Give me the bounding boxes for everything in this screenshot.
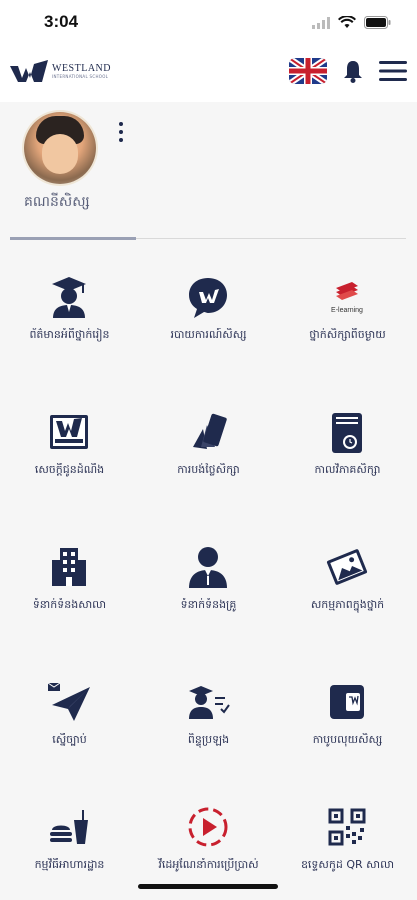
exam-score-icon xyxy=(183,677,233,727)
avatar[interactable] xyxy=(24,112,96,184)
wallet-icon xyxy=(322,677,372,727)
status-bar: 3:04 xyxy=(0,0,417,46)
photo-icon xyxy=(322,542,372,592)
menu-item-schedule[interactable]: កាលវិភាគសិក្សា xyxy=(278,385,417,505)
menu-label: ព័ត៌មានអំពីថ្នាក់រៀន xyxy=(29,328,110,341)
menu-item-e-learning[interactable]: E-learning ថ្នាក់សិក្សាពីចម្ងាយ xyxy=(278,250,417,370)
school-logo-icon xyxy=(44,407,94,457)
schedule-book-icon xyxy=(322,407,372,457)
qr-code-icon xyxy=(322,802,372,852)
hamburger-menu-icon[interactable] xyxy=(379,60,407,86)
graduate-icon xyxy=(44,272,94,322)
send-icon xyxy=(44,677,94,727)
payment-cards-icon xyxy=(183,407,233,457)
menu-item-leave-request[interactable]: ស្នើច្បាប់ xyxy=(0,655,139,775)
menu-label: សកម្មភាពក្នុងថ្នាក់ xyxy=(310,598,385,611)
westland-logo[interactable]: WESTLAND INTERNATIONAL SCHOOL xyxy=(10,60,111,82)
canteen-icon xyxy=(44,802,94,852)
menu-item-qr-code[interactable]: ឧទ្ទេសកូដ QR សាលា xyxy=(278,780,417,900)
menu-item-canteen[interactable]: កម្មវិធីអាហារដ្ឋាន xyxy=(0,780,139,900)
menu-label: ទំនាក់ទំនងសាលា xyxy=(32,598,107,611)
menu-item-class-activity[interactable]: សកម្មភាពក្នុងថ្នាក់ xyxy=(278,520,417,640)
home-indicator xyxy=(138,884,278,889)
chat-logo-icon xyxy=(183,272,233,322)
menu-label: របាយការណ៍សិស្ស xyxy=(170,328,247,341)
menu-label: ថ្នាក់សិក្សាពីចម្ងាយ xyxy=(309,328,386,341)
teacher-icon xyxy=(183,542,233,592)
active-tab-indicator xyxy=(10,237,136,240)
menu-item-teacher-contact[interactable]: ទំនាក់ទំនងគ្រូ xyxy=(139,520,278,640)
profile-section: គណនីសិស្ស xyxy=(0,102,417,242)
menu-item-wallet[interactable]: កាបូបលុយសិស្ស xyxy=(278,655,417,775)
menu-label: ទំនាក់ទំនងគ្រូ xyxy=(180,598,237,611)
battery-icon xyxy=(364,14,391,33)
menu-label: ពិន្ទុប្រឡង xyxy=(187,733,230,746)
e-learning-badge: E-learning xyxy=(331,307,363,314)
signal-icon xyxy=(312,14,330,33)
menu-item-payment[interactable]: ការបង់ថ្លៃសិក្សា xyxy=(139,385,278,505)
menu-label: ស្នើច្បាប់ xyxy=(52,733,87,746)
menu-label: កាបូបលុយសិស្ស xyxy=(312,733,383,746)
video-play-icon xyxy=(183,802,233,852)
menu-item-school-contact[interactable]: ទំនាក់ទំនងសាលា xyxy=(0,520,139,640)
app-bar: WESTLAND INTERNATIONAL SCHOOL xyxy=(0,46,417,102)
menu-item-exam-score[interactable]: ពិន្ទុប្រឡង xyxy=(139,655,278,775)
wifi-icon xyxy=(338,14,356,33)
brand-subtitle: INTERNATIONAL SCHOOL xyxy=(52,73,109,79)
menu-label: កម្មវិធីអាហារដ្ឋាន xyxy=(34,858,105,871)
menu-item-class-info[interactable]: ព័ត៌មានអំពីថ្នាក់រៀន xyxy=(0,250,139,370)
menu-label: សេចក្តីជូនដំណឹង xyxy=(34,463,105,476)
uk-flag-icon[interactable] xyxy=(289,58,327,88)
brand-name: WESTLAND xyxy=(52,62,111,74)
app-bar-actions xyxy=(289,58,407,88)
status-time: 3:04 xyxy=(44,12,79,31)
more-options-icon[interactable] xyxy=(116,122,126,150)
menu-label: វីដេអូណែនាំការប្រើប្រាស់ xyxy=(158,858,259,871)
menu-item-video-guide[interactable]: វីដេអូណែនាំការប្រើប្រាស់ xyxy=(139,780,278,900)
profile-name: គណនីសិស្ស xyxy=(24,194,90,210)
menu-label: ឧទ្ទេសកូដ QR សាលា xyxy=(300,858,395,871)
status-icons xyxy=(312,14,391,33)
notification-bell-icon[interactable] xyxy=(343,59,363,87)
westland-logo-icon xyxy=(10,60,48,82)
menu-item-notification[interactable]: សេចក្តីជូនដំណឹង xyxy=(0,385,139,505)
e-learning-icon: E-learning xyxy=(322,272,372,322)
menu-label: ការបង់ថ្លៃសិក្សា xyxy=(177,463,240,476)
menu-label: កាលវិភាគសិក្សា xyxy=(314,463,381,476)
menu-item-student-report[interactable]: របាយការណ៍សិស្ស xyxy=(139,250,278,370)
building-icon xyxy=(44,542,94,592)
